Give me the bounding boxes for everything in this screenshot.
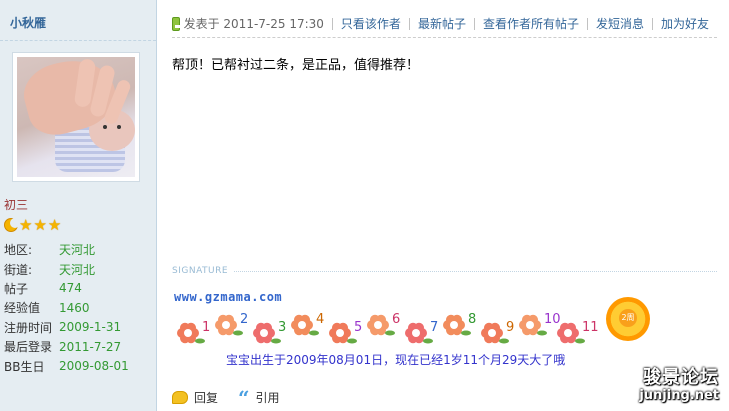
stat-row: 帖子 474 [4,279,129,298]
post-header: 发表于 2011-7-25 17:30 只看该作者 最新帖子 查看作者所有帖子 … [172,10,717,38]
only-author-link[interactable]: 只看该作者 [331,17,409,30]
banner-number: 10 [544,312,561,327]
quote-icon[interactable]: “ [238,388,250,408]
add-friend-link[interactable]: 加为好友 [651,17,717,30]
flower-icon [215,314,243,336]
stat-row: 最后登录 2011-7-27 [4,337,129,356]
sun-icon: 2周 [606,297,650,341]
stat-value: 2009-08-01 [59,359,129,374]
stat-value: 天河北 [59,243,96,258]
stat-row: 地区: 天河北 [4,240,129,259]
banner-number: 5 [354,320,362,335]
rank-stars: ★ ★ ★ [4,216,62,234]
quote-button[interactable]: 引用 [256,389,280,406]
age-badge: 2周 [619,309,637,327]
star-icon: ★ [33,216,47,234]
banner-number: 2 [240,312,248,327]
banner-number: 3 [278,320,286,335]
site-watermark: 骏景论坛 junjing.net [639,368,719,404]
moon-icon [4,218,20,232]
stat-value: 474 [59,281,82,296]
signature-label: SIGNATURE [172,266,229,276]
stat-label: 注册时间 [4,320,53,335]
signature-banner[interactable]: www.gzmama.com 1 2 3 4 5 6 7 8 9 10 11 2周 宝宝出生于200… [174,287,654,367]
flower-icon [557,322,585,344]
stat-row: 街道: 天河北 [4,259,129,278]
author-sidebar: 小秋雁 初三 ★ ★ ★ 地区: 天河北 街道: 天河北 帖子 474 经验值 1460 注册时… [0,0,157,411]
stat-value: 2009-1-31 [59,320,122,335]
flower-icon [405,322,433,344]
banner-number: 9 [506,320,514,335]
stat-row: BB生日 2009-08-01 [4,356,129,375]
author-stats: 地区: 天河北 街道: 天河北 帖子 474 经验值 1460 注册时间 2009-1-31 最后登… [4,240,129,376]
flower-icon [367,314,395,336]
banner-number: 7 [430,320,438,335]
online-icon [172,16,183,31]
send-message-link[interactable]: 发短消息 [586,17,652,30]
stat-label: 地区: [4,243,33,258]
baby-age-caption: 宝宝出生于2009年08月01日，现在已经1岁11个月29天大了哦 [226,353,566,367]
post-footer: 回复 “ 引用 [172,388,280,408]
post-timestamp: 发表于 2011-7-25 17:30 [183,17,324,31]
flower-icon [481,322,509,344]
banner-number: 4 [316,312,324,327]
avatar[interactable] [12,52,140,182]
author-all-posts-link[interactable]: 查看作者所有帖子 [473,17,587,30]
watermark-cn: 骏景论坛 [643,367,719,388]
watermark-en: junjing.net [639,388,719,403]
flower-icon [253,322,281,344]
reply-button[interactable]: 回复 [194,389,218,406]
post-content: 帮顶！已帮衬过二条，是正品，值得推荐！ [172,58,420,73]
stat-label: 经验值 [4,301,41,316]
banner-number: 8 [468,312,476,327]
stat-label: BB生日 [4,359,45,374]
flower-icon [291,314,319,336]
stat-value: 2011-7-27 [59,339,122,354]
stat-label: 街道: [4,262,33,277]
star-icon: ★ [47,216,62,234]
stat-row: 经验值 1460 [4,298,129,317]
divider [0,40,156,41]
signature-divider [234,271,717,272]
reply-icon[interactable] [172,391,188,404]
banner-number: 1 [202,320,210,335]
stat-row: 注册时间 2009-1-31 [4,318,129,337]
banner-number: 11 [582,320,599,335]
rank-title: 初三 [4,198,29,212]
flower-icon [329,322,357,344]
stat-label: 帖子 [4,281,29,296]
signature-url: www.gzmama.com [174,290,283,304]
author-name-link[interactable]: 小秋雁 [10,14,46,31]
latest-posts-link[interactable]: 最新帖子 [408,17,474,30]
flower-number-strip: 1 2 3 4 5 6 7 8 9 10 11 [177,312,599,344]
avatar-image [17,57,135,177]
star-icon: ★ [19,216,33,234]
stat-label: 最后登录 [4,340,53,355]
flower-icon [443,314,471,336]
banner-number: 6 [392,312,400,327]
flower-icon [519,314,547,336]
stat-value: 1460 [59,300,90,315]
flower-icon [177,322,205,344]
stat-value: 天河北 [59,262,96,277]
